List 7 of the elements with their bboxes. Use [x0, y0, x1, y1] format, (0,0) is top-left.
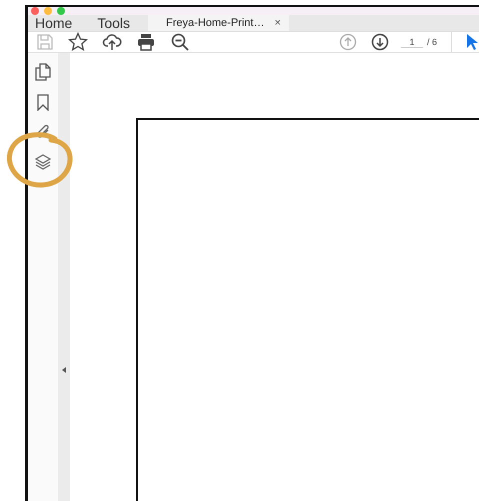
nav-tab[interactable]: Home [28, 15, 80, 31]
page-number-field[interactable]: 1 [400, 36, 423, 48]
document-tab[interactable]: Freya-Home-Print… × [148, 15, 289, 31]
close-tab-button[interactable]: × [274, 17, 281, 29]
document-title: Freya-Home-Print… [166, 17, 264, 29]
nav-tab[interactable]: Tools [90, 15, 138, 31]
page-count: / 6 [426, 37, 437, 47]
